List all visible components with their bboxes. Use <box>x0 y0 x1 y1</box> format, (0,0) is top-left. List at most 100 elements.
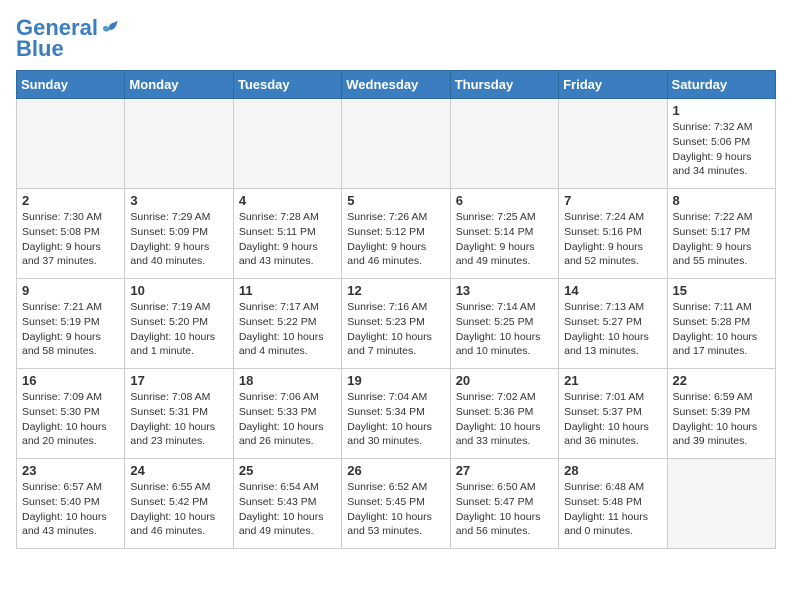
day-info: Sunrise: 7:09 AM Sunset: 5:30 PM Dayligh… <box>22 390 119 449</box>
day-info: Sunrise: 6:55 AM Sunset: 5:42 PM Dayligh… <box>130 480 227 539</box>
week-row-2: 9 Sunrise: 7:21 AM Sunset: 5:19 PM Daylig… <box>17 279 776 369</box>
weekday-header-sunday: Sunday <box>17 71 125 99</box>
day-number: 7 <box>564 193 661 208</box>
day-number: 22 <box>673 373 770 388</box>
day-number: 15 <box>673 283 770 298</box>
day-number: 20 <box>456 373 553 388</box>
calendar-cell <box>559 99 667 189</box>
day-number: 25 <box>239 463 336 478</box>
logo: General Blue <box>16 16 120 62</box>
calendar-cell: 3 Sunrise: 7:29 AM Sunset: 5:09 PM Daylig… <box>125 189 233 279</box>
day-number: 19 <box>347 373 444 388</box>
day-number: 10 <box>130 283 227 298</box>
day-info: Sunrise: 7:32 AM Sunset: 5:06 PM Dayligh… <box>673 120 770 179</box>
calendar-cell: 21 Sunrise: 7:01 AM Sunset: 5:37 PM Dayli… <box>559 369 667 459</box>
weekday-header-saturday: Saturday <box>667 71 775 99</box>
weekday-header-thursday: Thursday <box>450 71 558 99</box>
calendar-cell: 12 Sunrise: 7:16 AM Sunset: 5:23 PM Dayli… <box>342 279 450 369</box>
day-info: Sunrise: 6:57 AM Sunset: 5:40 PM Dayligh… <box>22 480 119 539</box>
day-info: Sunrise: 7:08 AM Sunset: 5:31 PM Dayligh… <box>130 390 227 449</box>
calendar-cell: 26 Sunrise: 6:52 AM Sunset: 5:45 PM Dayli… <box>342 459 450 549</box>
calendar-cell: 13 Sunrise: 7:14 AM Sunset: 5:25 PM Dayli… <box>450 279 558 369</box>
day-number: 12 <box>347 283 444 298</box>
day-number: 8 <box>673 193 770 208</box>
day-number: 27 <box>456 463 553 478</box>
calendar-cell <box>125 99 233 189</box>
calendar-cell: 6 Sunrise: 7:25 AM Sunset: 5:14 PM Daylig… <box>450 189 558 279</box>
weekday-header-monday: Monday <box>125 71 233 99</box>
day-number: 23 <box>22 463 119 478</box>
day-info: Sunrise: 7:21 AM Sunset: 5:19 PM Dayligh… <box>22 300 119 359</box>
weekday-header-friday: Friday <box>559 71 667 99</box>
day-number: 14 <box>564 283 661 298</box>
day-number: 28 <box>564 463 661 478</box>
day-info: Sunrise: 7:04 AM Sunset: 5:34 PM Dayligh… <box>347 390 444 449</box>
day-number: 1 <box>673 103 770 118</box>
day-info: Sunrise: 7:22 AM Sunset: 5:17 PM Dayligh… <box>673 210 770 269</box>
day-number: 11 <box>239 283 336 298</box>
day-info: Sunrise: 7:13 AM Sunset: 5:27 PM Dayligh… <box>564 300 661 359</box>
day-number: 17 <box>130 373 227 388</box>
day-info: Sunrise: 7:19 AM Sunset: 5:20 PM Dayligh… <box>130 300 227 359</box>
day-info: Sunrise: 6:52 AM Sunset: 5:45 PM Dayligh… <box>347 480 444 539</box>
day-info: Sunrise: 6:54 AM Sunset: 5:43 PM Dayligh… <box>239 480 336 539</box>
calendar-cell: 27 Sunrise: 6:50 AM Sunset: 5:47 PM Dayli… <box>450 459 558 549</box>
day-number: 9 <box>22 283 119 298</box>
day-info: Sunrise: 7:14 AM Sunset: 5:25 PM Dayligh… <box>456 300 553 359</box>
calendar-cell <box>233 99 341 189</box>
day-info: Sunrise: 7:17 AM Sunset: 5:22 PM Dayligh… <box>239 300 336 359</box>
logo-bird-icon <box>100 18 120 38</box>
page-header: General Blue <box>16 16 776 62</box>
day-info: Sunrise: 7:02 AM Sunset: 5:36 PM Dayligh… <box>456 390 553 449</box>
day-number: 18 <box>239 373 336 388</box>
calendar-cell: 20 Sunrise: 7:02 AM Sunset: 5:36 PM Dayli… <box>450 369 558 459</box>
calendar-cell: 9 Sunrise: 7:21 AM Sunset: 5:19 PM Daylig… <box>17 279 125 369</box>
day-info: Sunrise: 7:24 AM Sunset: 5:16 PM Dayligh… <box>564 210 661 269</box>
weekday-header-row: SundayMondayTuesdayWednesdayThursdayFrid… <box>17 71 776 99</box>
day-info: Sunrise: 6:59 AM Sunset: 5:39 PM Dayligh… <box>673 390 770 449</box>
calendar-cell: 11 Sunrise: 7:17 AM Sunset: 5:22 PM Dayli… <box>233 279 341 369</box>
day-number: 6 <box>456 193 553 208</box>
day-number: 4 <box>239 193 336 208</box>
calendar-cell: 28 Sunrise: 6:48 AM Sunset: 5:48 PM Dayli… <box>559 459 667 549</box>
calendar-cell: 23 Sunrise: 6:57 AM Sunset: 5:40 PM Dayli… <box>17 459 125 549</box>
day-info: Sunrise: 6:50 AM Sunset: 5:47 PM Dayligh… <box>456 480 553 539</box>
calendar-cell: 5Sunrise: 7:26 AM Sunset: 5:12 PM Daylig… <box>342 189 450 279</box>
day-info: Sunrise: 7:29 AM Sunset: 5:09 PM Dayligh… <box>130 210 227 269</box>
day-info: Sunrise: 7:28 AM Sunset: 5:11 PM Dayligh… <box>239 210 336 269</box>
calendar-cell: 8 Sunrise: 7:22 AM Sunset: 5:17 PM Daylig… <box>667 189 775 279</box>
day-info: Sunrise: 7:16 AM Sunset: 5:23 PM Dayligh… <box>347 300 444 359</box>
day-number: 3 <box>130 193 227 208</box>
day-number: 5 <box>347 193 444 208</box>
calendar-cell: 22 Sunrise: 6:59 AM Sunset: 5:39 PM Dayli… <box>667 369 775 459</box>
calendar-cell: 17 Sunrise: 7:08 AM Sunset: 5:31 PM Dayli… <box>125 369 233 459</box>
calendar-cell: 16Sunrise: 7:09 AM Sunset: 5:30 PM Dayli… <box>17 369 125 459</box>
day-info: Sunrise: 7:25 AM Sunset: 5:14 PM Dayligh… <box>456 210 553 269</box>
calendar-cell: 7 Sunrise: 7:24 AM Sunset: 5:16 PM Daylig… <box>559 189 667 279</box>
calendar-cell: 14 Sunrise: 7:13 AM Sunset: 5:27 PM Dayli… <box>559 279 667 369</box>
day-number: 21 <box>564 373 661 388</box>
day-info: Sunrise: 7:11 AM Sunset: 5:28 PM Dayligh… <box>673 300 770 359</box>
weekday-header-wednesday: Wednesday <box>342 71 450 99</box>
calendar-cell: 19 Sunrise: 7:04 AM Sunset: 5:34 PM Dayli… <box>342 369 450 459</box>
calendar-table: SundayMondayTuesdayWednesdayThursdayFrid… <box>16 70 776 549</box>
calendar-cell: 4 Sunrise: 7:28 AM Sunset: 5:11 PM Daylig… <box>233 189 341 279</box>
calendar-cell: 18Sunrise: 7:06 AM Sunset: 5:33 PM Dayli… <box>233 369 341 459</box>
calendar-cell <box>450 99 558 189</box>
day-number: 24 <box>130 463 227 478</box>
day-number: 26 <box>347 463 444 478</box>
calendar-cell <box>667 459 775 549</box>
week-row-3: 16Sunrise: 7:09 AM Sunset: 5:30 PM Dayli… <box>17 369 776 459</box>
day-info: Sunrise: 6:48 AM Sunset: 5:48 PM Dayligh… <box>564 480 661 539</box>
week-row-1: 2 Sunrise: 7:30 AM Sunset: 5:08 PM Daylig… <box>17 189 776 279</box>
calendar-cell: 25 Sunrise: 6:54 AM Sunset: 5:43 PM Dayli… <box>233 459 341 549</box>
day-number: 2 <box>22 193 119 208</box>
calendar-cell: 2 Sunrise: 7:30 AM Sunset: 5:08 PM Daylig… <box>17 189 125 279</box>
calendar-cell: 1 Sunrise: 7:32 AM Sunset: 5:06 PM Daylig… <box>667 99 775 189</box>
weekday-header-tuesday: Tuesday <box>233 71 341 99</box>
day-number: 13 <box>456 283 553 298</box>
day-info: Sunrise: 7:01 AM Sunset: 5:37 PM Dayligh… <box>564 390 661 449</box>
calendar-cell <box>17 99 125 189</box>
calendar-cell: 24 Sunrise: 6:55 AM Sunset: 5:42 PM Dayli… <box>125 459 233 549</box>
day-info: Sunrise: 7:30 AM Sunset: 5:08 PM Dayligh… <box>22 210 119 269</box>
